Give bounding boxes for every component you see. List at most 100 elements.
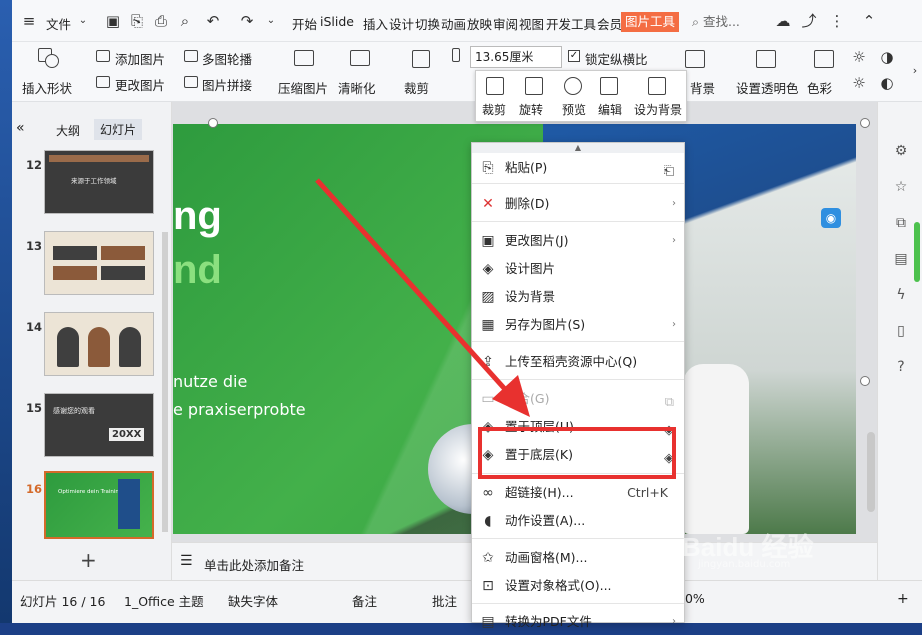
slide-thumb-12[interactable]: 来源于工作领域 (44, 150, 154, 214)
tab-transitions[interactable]: 切换 (415, 14, 440, 33)
slide-thumb-15[interactable]: 感谢您的观看 20XX (44, 393, 154, 457)
thumb-title: Optimiere dein Training (58, 489, 123, 495)
color-icon (814, 50, 834, 68)
copy-icon[interactable]: ⧉ (892, 214, 910, 232)
image-icon[interactable]: ▤ (892, 250, 910, 268)
multi-carousel-button[interactable]: 多图轮播 (202, 49, 252, 68)
canvas-scrollbar[interactable] (867, 432, 875, 512)
tab-slideshow[interactable]: 放映 (467, 14, 492, 33)
tab-view[interactable]: 视图 (519, 14, 544, 33)
preview-icon[interactable]: ⌕ (176, 12, 194, 30)
color-button[interactable]: 色彩 (807, 78, 832, 97)
slide-panel: « 大纲 幻灯片 12 来源于工作领域 13 14 15 感谢您的观看 20XX… (12, 102, 172, 580)
file-dropdown-icon[interactable]: ⌄ (74, 12, 92, 30)
more-options-icon[interactable]: ⋮ (828, 12, 846, 30)
lightning-icon[interactable]: ϟ (892, 286, 910, 304)
tab-animations[interactable]: 动画 (441, 14, 466, 33)
tab-design[interactable]: 设计 (389, 14, 414, 33)
float-preview-button[interactable]: 预览 (562, 101, 586, 118)
smart-tool-icon[interactable]: ◉ (821, 208, 841, 228)
tab-insert[interactable]: 插入 (363, 14, 388, 33)
theme-name[interactable]: 1_Office 主题 (124, 591, 204, 610)
tab-picture-tools[interactable]: 图片工具 (621, 12, 680, 32)
insert-shape-button[interactable] (38, 48, 60, 68)
brightness-up-icon[interactable]: ☼ (850, 48, 868, 66)
set-background-button[interactable]: 背景 (690, 78, 715, 97)
menu-separator (472, 538, 684, 539)
slide-thumb-16-selected[interactable]: Optimiere dein Training (44, 471, 154, 539)
zoom-in-icon[interactable]: + (897, 591, 909, 607)
float-crop-button[interactable]: 裁剪 (482, 101, 506, 118)
insert-shape-label[interactable]: 插入形状 (22, 78, 72, 97)
float-edit-button[interactable]: 编辑 (598, 101, 622, 118)
tab-home[interactable]: 开始 (292, 14, 317, 33)
slide-player-sock (683, 364, 749, 534)
tab-developer[interactable]: 开发工具 (546, 14, 596, 33)
contrast-down-icon[interactable]: ◐ (878, 74, 896, 92)
resize-handle[interactable] (208, 118, 218, 128)
tab-review[interactable]: 审阅 (493, 14, 518, 33)
float-rotate-button[interactable]: 旋转 (519, 101, 543, 118)
menu-file[interactable]: 文件 (46, 14, 71, 33)
search-box[interactable]: ⌕ 查找... (692, 12, 752, 32)
menu-hyperlink[interactable]: ∞ 超链接(H)... Ctrl+K (472, 480, 684, 506)
compress-picture-button[interactable]: 压缩图片 (278, 78, 328, 97)
contrast-up-icon[interactable]: ◑ (878, 48, 896, 66)
menu-scroll-up-icon[interactable]: ▲ (472, 143, 684, 153)
book-icon[interactable]: ▯ (892, 322, 910, 340)
menu-hamburger-icon[interactable]: ≡ (20, 12, 38, 30)
slide-body-line1: nutze die (173, 372, 248, 391)
more-dropdown-icon[interactable]: ⌄ (262, 12, 280, 30)
notes-placeholder[interactable]: 单击此处添加备注 (204, 555, 304, 574)
change-picture-button[interactable]: 更改图片 (115, 75, 165, 94)
set-transparency-button[interactable]: 设置透明色 (736, 78, 799, 97)
carousel-icon (184, 50, 198, 62)
slide-number: 13 (26, 239, 43, 253)
export-icon[interactable]: ⎘ (128, 12, 146, 30)
properties-icon[interactable]: ⚙ (892, 142, 910, 160)
brightness-down-icon[interactable]: ☼ (850, 74, 868, 92)
submenu-arrow-icon: › (672, 319, 676, 330)
thumb-block (53, 266, 97, 280)
undo-icon[interactable]: ↶ (204, 12, 222, 30)
float-set-background-button[interactable]: 设为背景 (634, 101, 682, 118)
panel-scrollbar[interactable] (162, 232, 168, 532)
help-icon[interactable]: ? (892, 358, 910, 376)
add-picture-button[interactable]: 添加图片 (115, 49, 165, 68)
tab-islide[interactable]: iSlide (320, 14, 354, 29)
lock-ratio-checkbox[interactable]: ✓ (568, 50, 580, 62)
resize-handle[interactable] (860, 376, 870, 386)
menu-format-object[interactable]: ⊡ 设置对象格式(O)... (472, 573, 684, 599)
paste-options-icon[interactable]: ⎗ (664, 159, 674, 185)
menu-action-settings[interactable]: ◖ 动作设置(A)... (472, 508, 684, 534)
ribbon-scroll-right-icon[interactable]: › (906, 62, 922, 80)
collapse-ribbon-icon[interactable]: ⌃ (860, 12, 878, 30)
print-icon[interactable]: ⎙ (152, 12, 170, 30)
circle-shape-icon (45, 54, 59, 68)
slide-thumb-14[interactable] (44, 312, 154, 376)
picture-collage-button[interactable]: 图片拼接 (202, 75, 252, 94)
slide-thumb-13[interactable] (44, 231, 154, 295)
comment-toggle[interactable]: 批注 (432, 591, 457, 610)
sharpen-button[interactable]: 清晰化 (338, 78, 376, 97)
save-icon[interactable]: ▣ (104, 12, 122, 30)
star-icon[interactable]: ☆ (892, 178, 910, 196)
tab-slides[interactable]: 幻灯片 (94, 119, 143, 140)
sidebar-scroll[interactable] (914, 222, 920, 282)
submenu-arrow-icon: › (672, 198, 676, 209)
picture-tools-ribbon: 插入形状 添加图片 更改图片 多图轮播 图片拼接 压缩图片 清晰化 裁剪 13.… (12, 42, 922, 102)
missing-font-button[interactable]: 缺失字体 (228, 591, 278, 610)
size-input[interactable]: 13.65厘米 (470, 46, 562, 68)
menu-convert-pdf[interactable]: ▤ 转换为PDF文件 › (472, 609, 684, 635)
redo-icon[interactable]: ↷ (238, 12, 256, 30)
hyperlink-shortcut: Ctrl+K (627, 485, 668, 500)
cloud-icon[interactable]: ☁ (774, 12, 792, 30)
notes-toggle[interactable]: 备注 (352, 591, 377, 610)
collapse-panel-icon[interactable]: « (16, 120, 25, 136)
share-icon[interactable]: ⤴ (800, 12, 818, 30)
crop-button[interactable]: 裁剪 (404, 78, 429, 97)
resize-handle[interactable] (860, 118, 870, 128)
tab-outline[interactable]: 大纲 (56, 122, 80, 139)
menu-animation-pane[interactable]: ✩ 动画窗格(M)... (472, 545, 684, 571)
add-slide-icon[interactable]: + (80, 548, 97, 572)
